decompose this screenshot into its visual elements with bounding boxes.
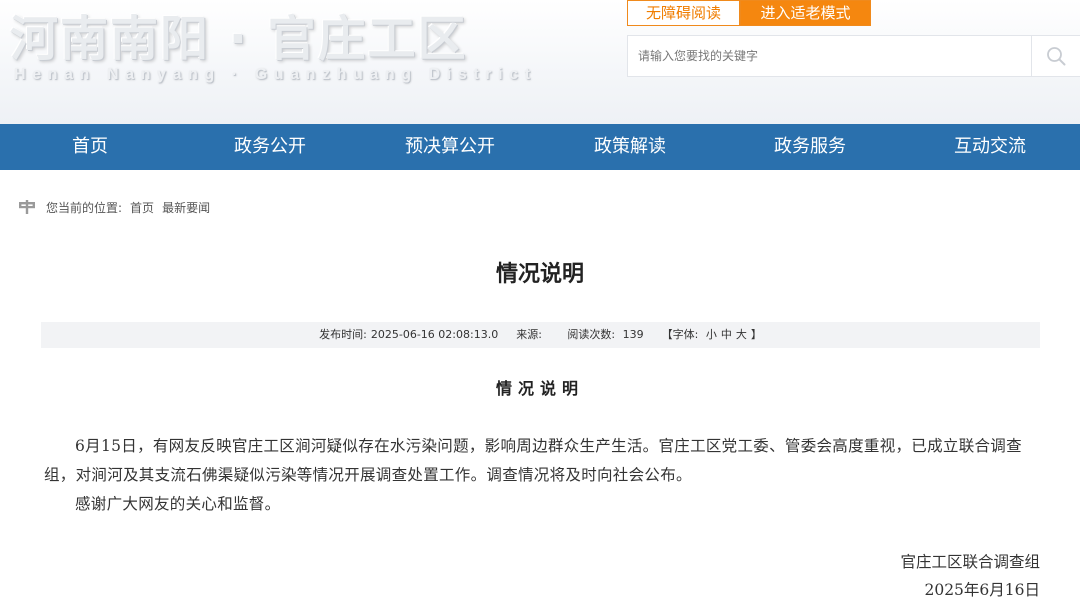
article-meta-bar: 发布时间: 2025-06-16 02:08:13.0 来源: 阅读次数: 139… — [41, 322, 1040, 348]
nav-item-services[interactable]: 政务服务 — [720, 124, 900, 170]
views-count: 139 — [622, 328, 644, 341]
accessibility-reading-button[interactable]: 无障碍阅读 — [627, 0, 740, 26]
font-size-close: 】 — [750, 328, 762, 341]
elder-mode-button[interactable]: 进入适老模式 — [740, 0, 871, 26]
nav-item-government-affairs[interactable]: 政务公开 — [180, 124, 360, 170]
article-paragraph: 6月15日，有网友反映官庄工区涧河疑似存在水污染问题，影响周边群众生产生活。官庄… — [44, 437, 1022, 484]
search-button[interactable] — [1031, 36, 1080, 76]
breadcrumb-current[interactable]: 最新要闻 — [162, 199, 210, 216]
search-input[interactable] — [628, 36, 1031, 76]
font-size-large-button[interactable]: 大 — [736, 328, 747, 341]
article-date: 2025年6月16日 — [924, 581, 1040, 599]
font-size-label: 【字体: — [661, 328, 699, 341]
main-nav: 首页 政务公开 预决算公开 政策解读 政务服务 互动交流 — [0, 124, 1080, 170]
nav-item-home[interactable]: 首页 — [0, 124, 180, 170]
breadcrumb-prefix: 您当前的位置: — [46, 200, 123, 215]
site-logo-english: Henan Nanyang · Guanzhuang District — [14, 66, 537, 83]
nav-item-interaction[interactable]: 互动交流 — [900, 124, 1080, 170]
location-pin-icon — [19, 200, 35, 214]
nav-item-policy[interactable]: 政策解读 — [540, 124, 720, 170]
publish-time-label: 发布时间: — [319, 328, 367, 341]
source-label: 来源: — [516, 328, 542, 341]
breadcrumb: 您当前的位置: 首页 最新要闻 — [18, 197, 210, 217]
font-size-medium-button[interactable]: 中 — [721, 328, 732, 341]
font-size-small-button[interactable]: 小 — [706, 328, 717, 341]
article-paragraph: 感谢广大网友的关心和监督。 — [75, 495, 281, 513]
search-box — [627, 35, 1080, 77]
nav-item-budget[interactable]: 预决算公开 — [360, 124, 540, 170]
article-signature: 官庄工区联合调查组 — [900, 553, 1040, 571]
site-logo-chinese[interactable]: 河南南阳 · 官庄工区 — [10, 12, 468, 66]
publish-time: 2025-06-16 02:08:13.0 — [370, 328, 499, 341]
site-header: 河南南阳 · 官庄工区 Henan Nanyang · Guanzhuang D… — [0, 0, 1080, 124]
article-title: 情况说明 — [495, 262, 584, 287]
breadcrumb-home[interactable]: 首页 — [130, 199, 154, 216]
search-icon — [1047, 47, 1066, 66]
article-subtitle: 情况说明 — [495, 379, 584, 398]
views-label: 阅读次数: — [567, 328, 616, 341]
